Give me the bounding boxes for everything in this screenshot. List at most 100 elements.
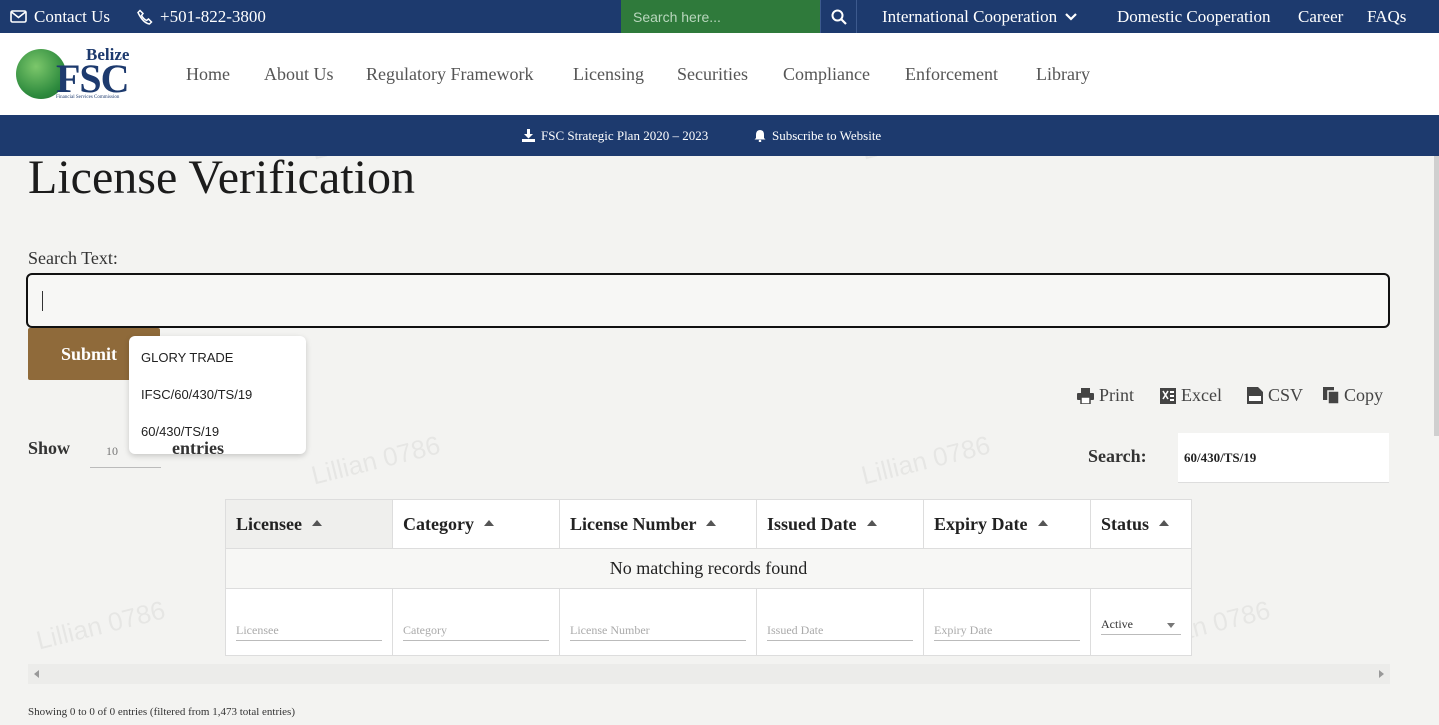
page-scrollbar[interactable]: [1434, 156, 1439, 436]
copy-label: Copy: [1344, 385, 1384, 405]
watermark: Lillian 0786: [33, 594, 169, 656]
csv-label: CSV: [1268, 385, 1304, 405]
domestic-cooperation-link[interactable]: Domestic Cooperation: [1117, 0, 1270, 33]
international-cooperation-label: International Cooperation: [882, 6, 1058, 26]
dropdown-arrow-icon: [1167, 623, 1175, 628]
filter-cell: License Number: [559, 588, 757, 656]
envelope-icon: [10, 10, 27, 23]
subscribe-label: Subscribe to Website: [772, 127, 882, 143]
sort-arrow-icon: [1037, 520, 1048, 527]
career-link[interactable]: Career: [1298, 0, 1343, 33]
faqs-link[interactable]: FAQs: [1367, 0, 1406, 33]
csv-file-icon: [1247, 387, 1263, 404]
column-header-issued-date[interactable]: Issued Date: [756, 499, 924, 549]
status-filter-select[interactable]: Active: [1101, 613, 1181, 635]
filter-cell: Licensee: [225, 588, 393, 656]
column-header-category[interactable]: Category: [392, 499, 560, 549]
table-search-label: Search:: [1088, 446, 1147, 466]
phone-link[interactable]: +501-822-3800: [137, 0, 266, 33]
empty-table-message: No matching records found: [225, 548, 1192, 589]
table-search-input[interactable]: 60/430/TS/19: [1178, 433, 1389, 483]
strategic-plan-label: FSC Strategic Plan 2020 – 2023: [541, 127, 709, 143]
sort-arrow-icon: [1159, 520, 1170, 527]
search-text-input[interactable]: [26, 273, 1390, 328]
show-label: Show: [28, 438, 71, 458]
watermark: Lillian 0786: [308, 429, 444, 491]
bell-icon: [754, 130, 766, 142]
site-search-button[interactable]: [820, 0, 857, 33]
license-table: Licensee Category License Number Issued …: [225, 499, 1192, 656]
table-info: Showing 0 to 0 of 0 entries (filtered fr…: [28, 706, 295, 718]
nav-enforcement[interactable]: Enforcement: [905, 64, 998, 85]
sort-arrow-icon: [706, 520, 717, 527]
top-bar: Contact Us +501-822-3800 Search here... …: [0, 0, 1439, 33]
download-icon: [522, 129, 535, 142]
phone-icon: [137, 8, 153, 25]
category-filter-input[interactable]: Category: [403, 619, 549, 641]
copy-icon: [1323, 387, 1339, 404]
column-header-license-number[interactable]: License Number: [559, 499, 757, 549]
licensee-filter-input[interactable]: Licensee: [236, 619, 382, 641]
excel-icon: [1160, 387, 1176, 404]
site-search-input[interactable]: Search here...: [621, 0, 820, 33]
faqs-label: FAQs: [1367, 6, 1407, 26]
nav-securities[interactable]: Securities: [677, 64, 748, 85]
filter-cell: Category: [392, 588, 560, 656]
filter-cell: Issued Date: [756, 588, 924, 656]
phone-number: +501-822-3800: [160, 6, 266, 26]
csv-button[interactable]: CSV: [1247, 385, 1303, 406]
column-header-expiry-date[interactable]: Expiry Date: [923, 499, 1091, 549]
print-button[interactable]: Print: [1077, 385, 1134, 406]
filter-cell: Expiry Date: [923, 588, 1091, 656]
nav-about-us[interactable]: About Us: [264, 64, 334, 85]
international-cooperation-menu[interactable]: International Cooperation: [882, 0, 1078, 33]
main-header: Belize FSC Financial Services Commission…: [0, 33, 1439, 115]
search-text-label: Search Text:: [28, 248, 118, 268]
scroll-right-icon[interactable]: [1379, 670, 1384, 678]
license-number-filter-input[interactable]: License Number: [570, 619, 746, 641]
printer-icon: [1077, 387, 1094, 404]
column-header-status[interactable]: Status: [1090, 499, 1192, 549]
chevron-down-icon: [1065, 12, 1077, 21]
sort-arrow-icon: [866, 520, 877, 527]
excel-button[interactable]: Excel: [1160, 385, 1222, 406]
nav-licensing[interactable]: Licensing: [573, 64, 644, 85]
domestic-cooperation-label: Domestic Cooperation: [1117, 6, 1271, 26]
career-label: Career: [1298, 6, 1344, 26]
copy-button[interactable]: Copy: [1323, 385, 1383, 406]
scroll-left-icon[interactable]: [34, 670, 39, 678]
nav-compliance[interactable]: Compliance: [783, 64, 870, 85]
strategic-plan-link[interactable]: FSC Strategic Plan 2020 – 2023: [522, 115, 708, 156]
column-label: Issued Date: [767, 513, 857, 534]
contact-us-label: Contact Us: [34, 6, 111, 26]
print-label: Print: [1099, 385, 1135, 405]
column-label: Expiry Date: [934, 513, 1028, 534]
page-title: License Verification: [28, 151, 415, 204]
nav-home[interactable]: Home: [186, 64, 230, 85]
filter-cell: Active: [1090, 588, 1192, 656]
watermark: Lillian 0786: [858, 429, 994, 491]
sort-arrow-icon: [311, 520, 322, 527]
column-label: License Number: [570, 513, 697, 534]
status-filter-value: Active: [1101, 617, 1133, 631]
sort-arrow-icon: [483, 520, 494, 527]
subscribe-link[interactable]: Subscribe to Website: [754, 115, 881, 156]
text-cursor: [42, 291, 43, 311]
expiry-date-filter-input[interactable]: Expiry Date: [934, 619, 1080, 641]
column-label: Licensee: [236, 513, 302, 534]
excel-label: Excel: [1181, 385, 1222, 405]
page-length-select[interactable]: 10: [90, 436, 161, 468]
contact-us-link[interactable]: Contact Us: [10, 0, 110, 33]
fsc-logo[interactable]: Belize FSC Financial Services Commission: [16, 45, 140, 103]
logo-subtitle: Financial Services Commission: [56, 95, 120, 100]
issued-date-filter-input[interactable]: Issued Date: [767, 619, 913, 641]
autocomplete-option[interactable]: IFSC/60/430/TS/19: [141, 387, 252, 402]
entries-label: entries: [172, 438, 224, 458]
nav-regulatory-framework[interactable]: Regulatory Framework: [366, 64, 533, 85]
search-icon: [831, 9, 847, 25]
nav-library[interactable]: Library: [1036, 64, 1090, 85]
column-label: Category: [403, 513, 474, 534]
horizontal-scrollbar[interactable]: [28, 664, 1390, 684]
column-header-licensee[interactable]: Licensee: [225, 499, 393, 549]
autocomplete-option[interactable]: GLORY TRADE: [141, 350, 233, 365]
